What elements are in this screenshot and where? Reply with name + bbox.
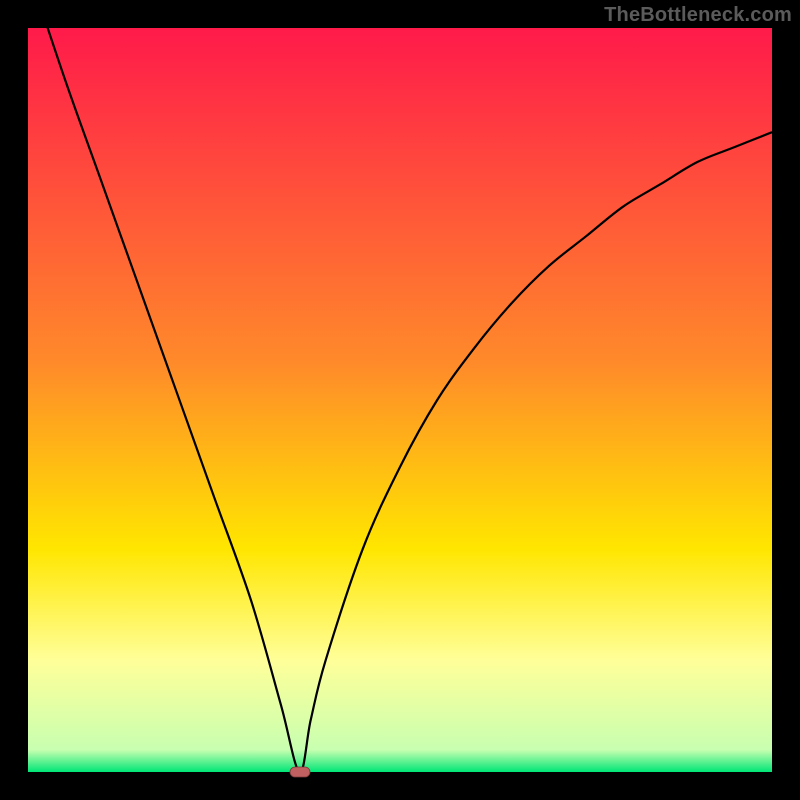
optimal-marker-icon [289,766,311,778]
chart-background [28,28,772,772]
chart-frame: TheBottleneck.com [0,0,800,800]
watermark-text: TheBottleneck.com [604,4,792,27]
chart-plot [28,28,772,772]
